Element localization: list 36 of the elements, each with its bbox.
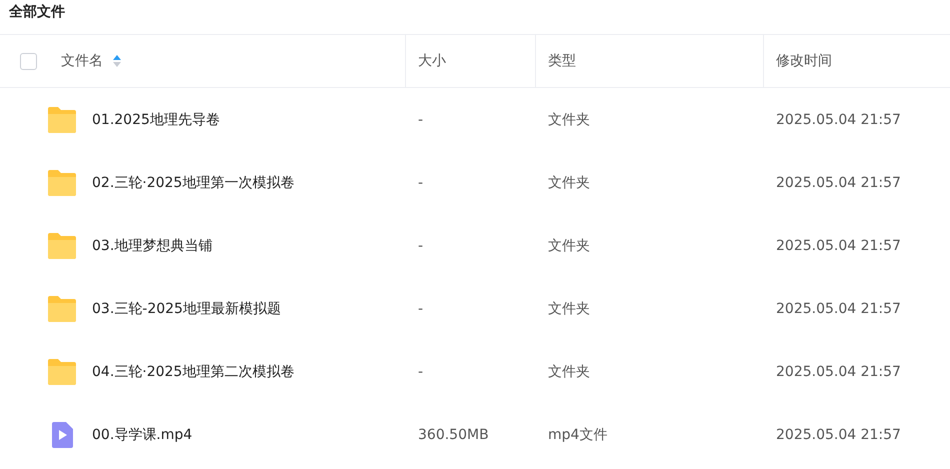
sort-icon[interactable] <box>113 54 121 68</box>
folder-icon <box>46 106 78 134</box>
file-name[interactable]: 01.2025地理先导卷 <box>92 110 220 128</box>
folder-icon <box>46 168 78 196</box>
modified-time: 2025.05.04 21:57 <box>776 364 901 380</box>
select-all-checkbox[interactable] <box>20 52 36 70</box>
page-title: 全部文件 <box>0 0 950 35</box>
column-header[interactable]: 修改时间 <box>776 52 832 70</box>
modified-time: 2025.05.04 21:57 <box>776 174 901 190</box>
file-name[interactable]: 00.导学课.mp4 <box>92 426 192 444</box>
column-header[interactable]: 大小 <box>418 52 446 70</box>
file-size: - <box>418 238 424 254</box>
file-size: - <box>418 112 424 128</box>
file-type: mp4文件 <box>548 426 608 442</box>
file-size: - <box>418 174 424 190</box>
column-header[interactable]: 类型 <box>548 52 576 70</box>
file-size: - <box>418 300 424 316</box>
file-name[interactable]: 04.三轮·2025地理第二次模拟卷 <box>92 362 294 380</box>
file-size: 360.50MB <box>418 426 489 442</box>
file-size: - <box>418 364 424 380</box>
folder-icon <box>46 358 78 386</box>
folder-icon <box>46 294 78 322</box>
file-type: 文件夹 <box>548 238 590 254</box>
folder-icon <box>46 232 78 260</box>
file-name[interactable]: 03.三轮-2025地理最新模拟题 <box>92 300 281 318</box>
modified-time: 2025.05.04 21:57 <box>776 238 901 254</box>
modified-time: 2025.05.04 21:57 <box>776 300 901 316</box>
file-type: 文件夹 <box>548 364 590 380</box>
file-type: 文件夹 <box>548 174 590 190</box>
column-header[interactable]: 文件名 <box>61 52 103 70</box>
file-name[interactable]: 03.地理梦想典当铺 <box>92 236 212 254</box>
modified-time: 2025.05.04 21:57 <box>776 426 901 442</box>
file-type: 文件夹 <box>548 300 590 316</box>
file-name[interactable]: 02.三轮·2025地理第一次模拟卷 <box>92 174 294 192</box>
modified-time: 2025.05.04 21:57 <box>776 112 901 128</box>
file-type: 文件夹 <box>548 112 590 128</box>
